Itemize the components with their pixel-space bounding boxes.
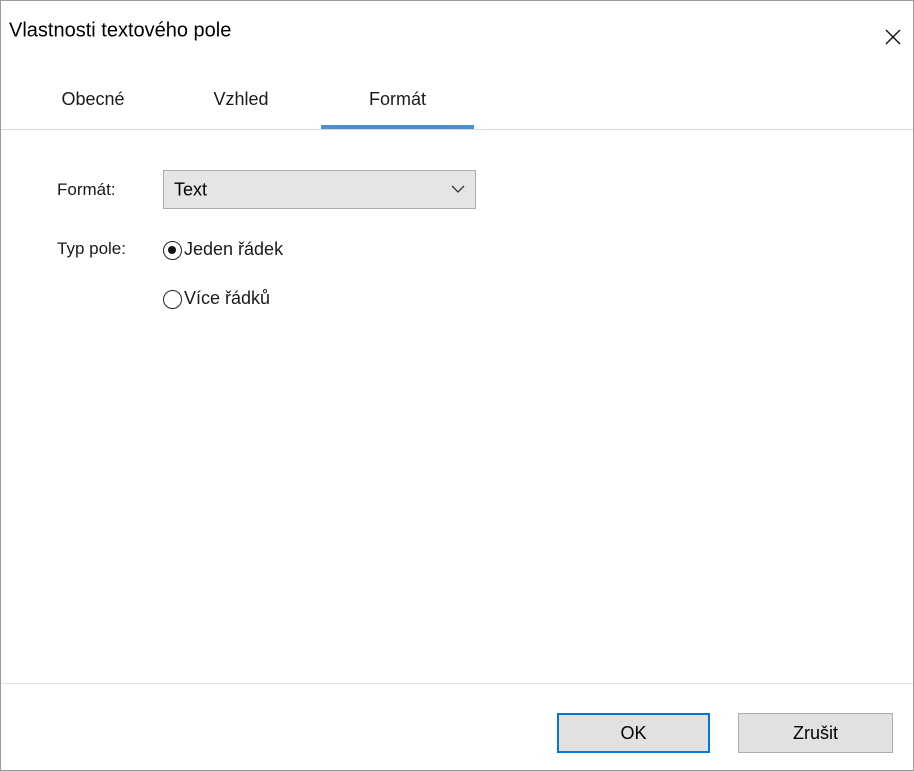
- field-type-label: Typ pole:: [57, 239, 126, 258]
- tab-vzhled[interactable]: Vzhled: [197, 79, 285, 129]
- cancel-button[interactable]: Zrušit: [738, 713, 893, 753]
- format-select[interactable]: Text: [163, 170, 476, 209]
- dialog-title: Vlastnosti textového pole: [9, 19, 232, 42]
- tab-format[interactable]: Formát: [321, 79, 474, 129]
- close-button[interactable]: [879, 23, 907, 51]
- format-label: Formát:: [57, 180, 116, 199]
- tab-divider: [1, 129, 913, 130]
- radio-vice-radku[interactable]: Více řádků: [163, 288, 323, 314]
- tab-bar: Obecné Vzhled Formát: [1, 79, 913, 131]
- format-select-value: Text: [174, 179, 208, 199]
- close-icon: [885, 29, 901, 45]
- radio-jeden-radek[interactable]: Jeden řádek: [163, 239, 323, 265]
- radio-label: Jeden řádek: [184, 239, 284, 259]
- radio-label: Více řádků: [184, 288, 271, 308]
- dialog-window: Vlastnosti textového pole Obecné Vzhled …: [0, 0, 914, 771]
- ok-button[interactable]: OK: [557, 713, 710, 753]
- title-bar: Vlastnosti textového pole: [1, 1, 913, 45]
- tab-obecne[interactable]: Obecné: [49, 79, 137, 129]
- footer-divider: [1, 683, 913, 684]
- chevron-down-icon: [451, 185, 465, 193]
- radio-checked-icon: [163, 241, 182, 260]
- radio-unchecked-icon: [163, 290, 182, 309]
